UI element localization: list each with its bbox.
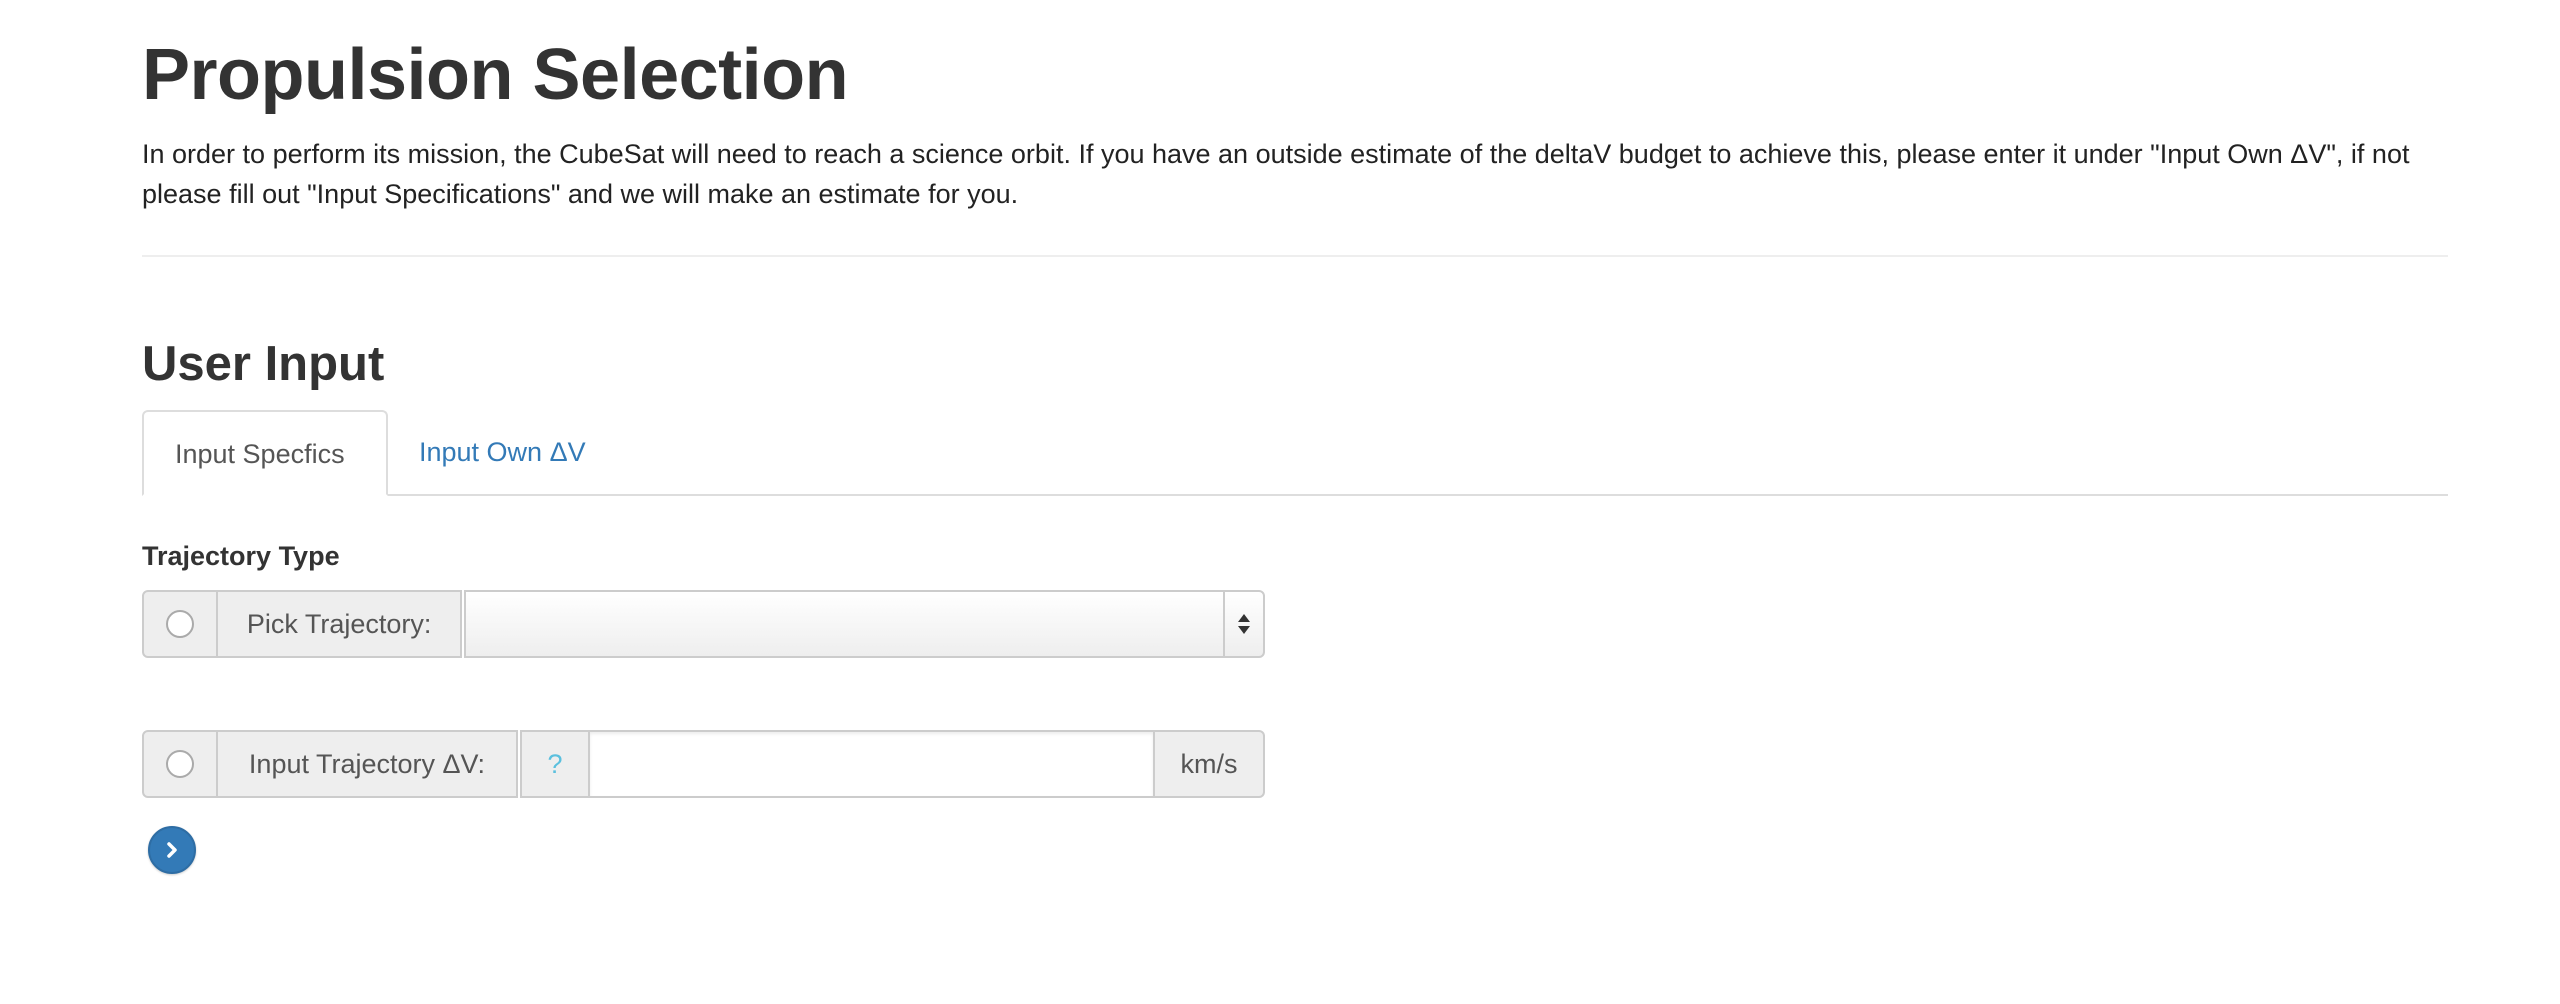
pick-trajectory-group: Pick Trajectory: xyxy=(142,590,1265,658)
input-trajectory-group: Input Trajectory ΔV: ? km/s xyxy=(142,730,1265,798)
tab-input-own-dv[interactable]: Input Own ΔV xyxy=(388,410,617,494)
input-trajectory-radio[interactable] xyxy=(166,750,194,778)
page-title: Propulsion Selection xyxy=(142,35,849,115)
input-trajectory-radio-addon[interactable] xyxy=(142,730,218,798)
trajectory-type-label: Trajectory Type xyxy=(142,541,340,571)
intro-text: In order to perform its mission, the Cub… xyxy=(142,139,2410,209)
user-input-title: User Input xyxy=(142,337,385,391)
unit-addon: km/s xyxy=(1155,730,1265,798)
chevron-right-icon xyxy=(167,842,177,858)
help-addon[interactable]: ? xyxy=(520,730,590,798)
pick-trajectory-radio[interactable] xyxy=(165,610,194,638)
help-icon[interactable]: ? xyxy=(547,749,562,780)
updown-arrows-icon xyxy=(1238,614,1250,634)
tab-input-specifics[interactable]: Input Specfics xyxy=(142,410,388,496)
pick-trajectory-radio-addon[interactable] xyxy=(142,590,218,658)
divider xyxy=(142,255,2448,257)
next-button[interactable] xyxy=(148,826,196,874)
input-trajectory-label: Input Trajectory ΔV: xyxy=(218,730,518,798)
trajectory-dv-input[interactable] xyxy=(590,730,1155,798)
trajectory-select[interactable] xyxy=(464,590,1265,658)
pick-trajectory-label: Pick Trajectory: xyxy=(217,590,463,658)
select-arrows-icon xyxy=(1223,592,1263,656)
tab-bar: Input Specfics Input Own ΔV xyxy=(142,410,2448,496)
